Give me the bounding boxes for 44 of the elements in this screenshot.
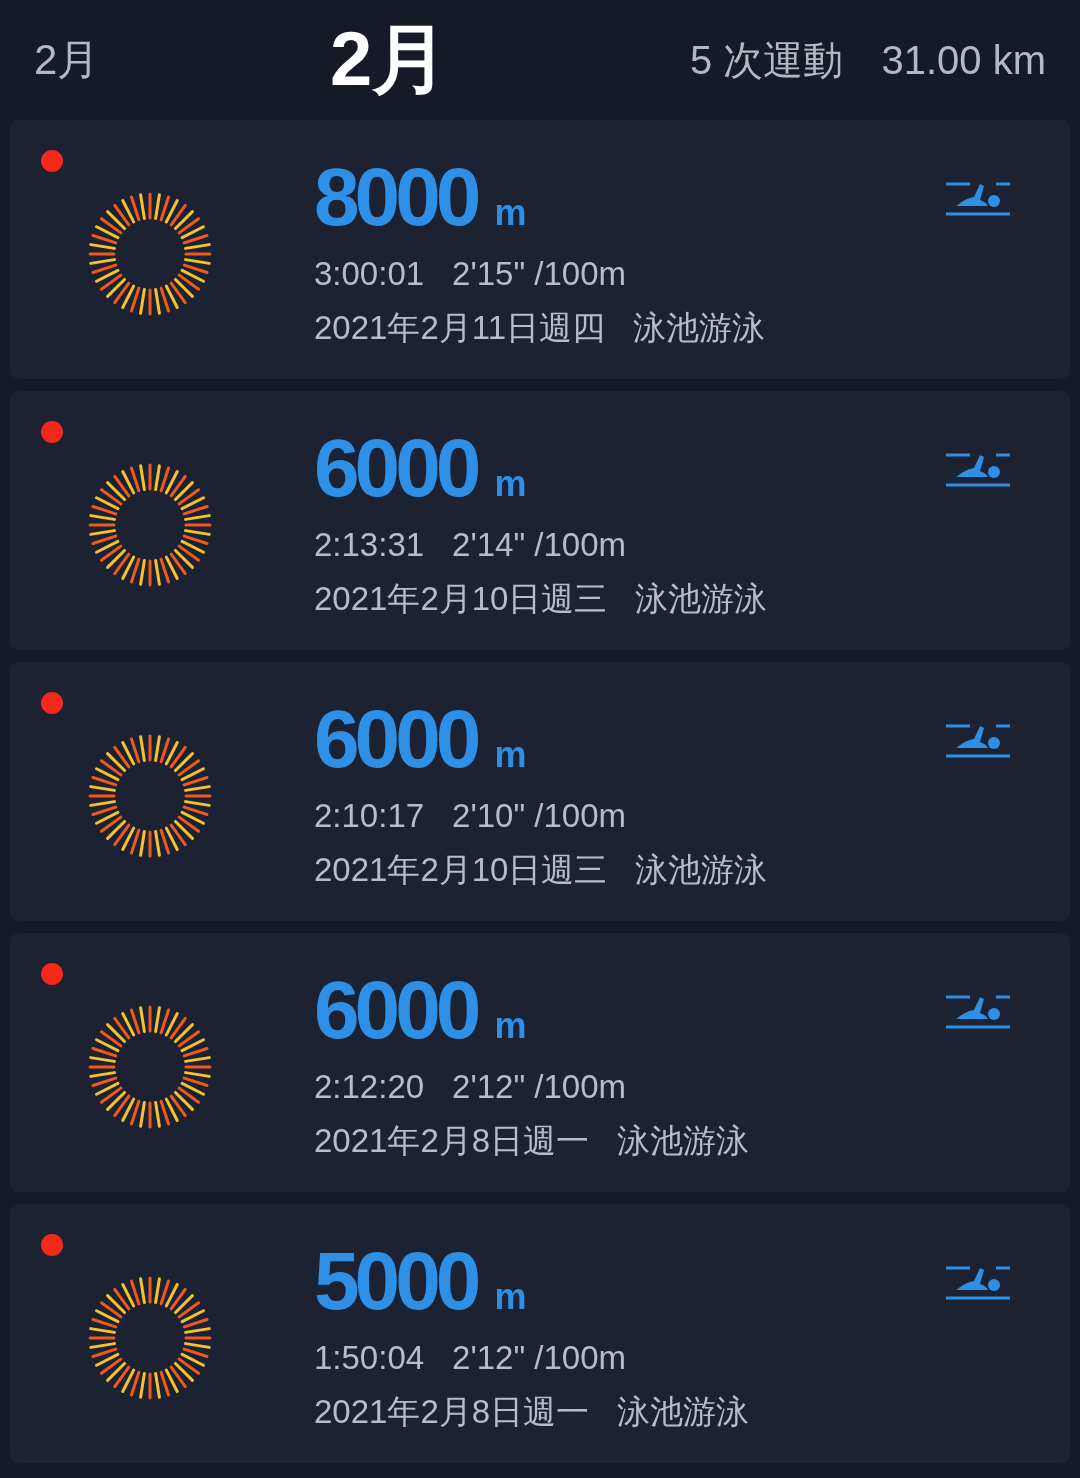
duration: 2:12:20 (314, 1067, 425, 1107)
workout-date: 2021年2月10日週三 (314, 579, 608, 619)
workout-date: 2021年2月10日週三 (314, 850, 608, 890)
workout-date: 2021年2月8日週一 (314, 1392, 590, 1432)
distance-value: 6000 (314, 967, 477, 1053)
sport-type: 泳池游泳 (617, 1121, 750, 1161)
swimmer-icon (946, 722, 1010, 760)
distance-unit: m (494, 1276, 527, 1318)
total-distance: 31.00 km (881, 37, 1046, 83)
workout-card[interactable]: 6000 m 2:12:20 2'12" /100m 2021年2月8日週一 泳池游泳 (10, 933, 1070, 1192)
swimmer-icon (946, 993, 1010, 1031)
swimmer-icon (946, 451, 1010, 489)
distance-unit: m (494, 463, 527, 505)
distance-value: 6000 (314, 696, 477, 782)
swimmer-icon (946, 180, 1010, 218)
pace: 2'12" /100m (452, 1338, 627, 1378)
pace: 2'10" /100m (452, 796, 627, 836)
pace: 2'14" /100m (452, 525, 627, 565)
sport-type: 泳池游泳 (617, 1392, 750, 1432)
workout-card[interactable]: 6000 m 2:13:31 2'14" /100m 2021年2月10日週三 泳池游泳 (10, 391, 1070, 650)
pace: 2'12" /100m (452, 1067, 627, 1107)
duration: 2:13:31 (314, 525, 425, 565)
duration: 1:50:04 (314, 1338, 425, 1378)
distance-value: 6000 (314, 425, 477, 511)
distance-value: 5000 (314, 1238, 477, 1324)
month-tab[interactable]: 2月 (34, 32, 330, 88)
workout-card[interactable]: 6000 m 2:10:17 2'10" /100m 2021年2月10日週三 泳池游泳 (10, 662, 1070, 921)
distance-unit: m (494, 1005, 527, 1047)
duration: 2:10:17 (314, 796, 425, 836)
distance-value: 8000 (314, 154, 477, 240)
workout-date: 2021年2月8日週一 (314, 1121, 590, 1161)
distance-unit: m (494, 734, 527, 776)
sport-type: 泳池游泳 (635, 850, 768, 890)
month-title: 2月 (330, 14, 450, 103)
sport-type: 泳池游泳 (633, 308, 766, 348)
duration: 3:00:01 (314, 254, 425, 294)
pace: 2'15" /100m (452, 254, 627, 294)
workout-card[interactable]: 5000 m 1:50:04 2'12" /100m 2021年2月8日週一 泳池游泳 (10, 1204, 1070, 1463)
sport-type: 泳池游泳 (635, 579, 768, 619)
distance-unit: m (494, 192, 527, 234)
workout-card[interactable]: 8000 m 3:00:01 2'15" /100m 2021年2月11日週四 泳池游泳 (10, 120, 1070, 379)
workout-count: 5 次運動 (690, 36, 844, 84)
workout-date: 2021年2月11日週四 (314, 308, 606, 348)
swimmer-icon (946, 1264, 1010, 1302)
